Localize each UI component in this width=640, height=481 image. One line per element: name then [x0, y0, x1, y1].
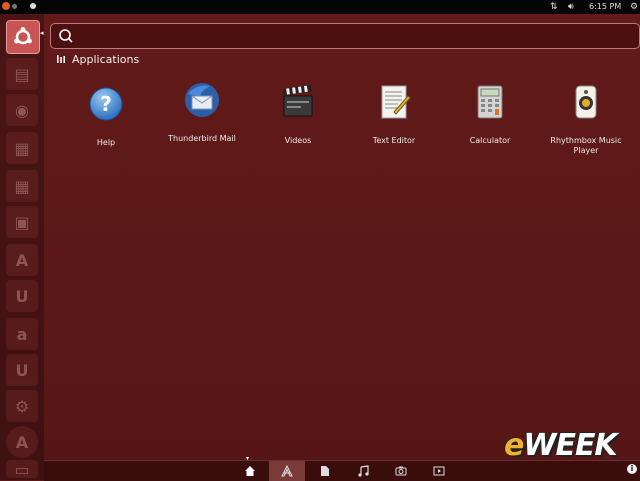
help-icon: ?	[89, 87, 123, 121]
applications-icon	[281, 465, 293, 477]
app-calculator[interactable]: Calculator	[442, 82, 538, 146]
text-editor-icon	[381, 85, 411, 119]
app-text-editor[interactable]: Text Editor	[346, 82, 442, 146]
calculator-icon	[477, 85, 503, 119]
lens-home[interactable]	[232, 461, 268, 481]
speaker-icon	[575, 85, 597, 119]
files-icon	[321, 466, 329, 476]
camera-icon	[395, 466, 407, 476]
app-rhythmbox[interactable]: Rhythmbox Music Player	[538, 82, 634, 156]
eweek-watermark-logo: eWEEK	[504, 428, 618, 463]
launcher-ubuntu-one[interactable]: U	[6, 280, 38, 312]
dash: Applications ? Help Thunderbird Mail Vid…	[44, 14, 640, 460]
search-box[interactable]	[50, 23, 640, 49]
clapperboard-icon	[283, 85, 313, 117]
gear-icon[interactable]: ⚙	[630, 0, 638, 14]
calc-icon: ▦	[14, 176, 30, 196]
launcher-ubuntu-one-music[interactable]: U	[6, 354, 38, 386]
top-panel: ⇅ 🔊︎ 6:15 PM ⚙	[0, 0, 640, 14]
maximize-window-button[interactable]	[30, 3, 36, 9]
filter-icon[interactable]	[56, 54, 66, 64]
software-center-icon: A	[15, 250, 29, 270]
ubuntu-one-music-icon: U	[15, 360, 29, 380]
minimize-window-button[interactable]	[12, 4, 17, 9]
launcher-software-center[interactable]: A	[6, 244, 38, 276]
app-label: Calculator	[469, 136, 511, 145]
app-grid: ? Help Thunderbird Mail Videos Text Edit…	[44, 80, 640, 180]
settings-icon: ⚙	[14, 396, 30, 416]
dash-home-button[interactable]	[6, 20, 40, 54]
search-input[interactable]	[79, 27, 623, 45]
launcher-calc[interactable]: ▦	[6, 170, 38, 202]
launcher: ▤ ◉ ▦ ▦ ▣ A U a U ⚙ A ▭ ◂	[0, 14, 45, 480]
writer-icon: ▦	[14, 138, 30, 158]
lens-videos[interactable]	[421, 461, 457, 481]
launcher-pointer-icon: ◂	[40, 29, 44, 37]
app-label: Text Editor	[372, 136, 416, 145]
launcher-files[interactable]: ▤	[6, 58, 38, 90]
app-thunderbird[interactable]: Thunderbird Mail	[154, 80, 250, 144]
lens-music[interactable]	[345, 461, 381, 481]
app-label: Rhythmbox Music Player	[550, 136, 622, 155]
music-icon	[358, 465, 369, 477]
ubuntu-one-icon: U	[15, 286, 29, 306]
launcher-settings[interactable]: ⚙	[6, 390, 38, 422]
thunderbird-icon	[185, 83, 219, 117]
launcher-amazon[interactable]: a	[6, 318, 38, 350]
network-icon[interactable]: ⇅	[550, 0, 558, 14]
lens-photos[interactable]	[383, 461, 419, 481]
firefox-icon: ◉	[15, 100, 29, 120]
launcher-firefox[interactable]: ◉	[6, 94, 38, 126]
launcher-writer[interactable]: ▦	[6, 132, 38, 164]
app-label: Thunderbird Mail	[168, 134, 236, 143]
close-window-button[interactable]	[2, 2, 10, 10]
launcher-impress[interactable]: ▣	[6, 206, 38, 238]
update-manager-icon: A	[15, 432, 29, 452]
home-icon	[245, 466, 255, 476]
trash-icon: ▭	[14, 459, 30, 479]
app-videos[interactable]: Videos	[250, 82, 346, 146]
section-title[interactable]: Applications	[72, 53, 139, 66]
video-icon	[433, 466, 445, 476]
ubuntu-logo-icon	[14, 27, 32, 45]
app-help[interactable]: ? Help	[58, 84, 154, 148]
app-label: Videos	[284, 136, 312, 145]
volume-icon[interactable]: 🔊︎	[568, 0, 574, 14]
amazon-icon: a	[16, 324, 28, 344]
lens-bar: ▾	[44, 455, 640, 481]
launcher-update-manager[interactable]: A	[6, 426, 38, 458]
clock[interactable]: 6:15 PM	[589, 0, 621, 14]
impress-icon: ▣	[14, 212, 30, 232]
svg-text:?: ?	[100, 92, 112, 116]
lens-files[interactable]	[307, 461, 343, 481]
info-icon[interactable]: i	[627, 464, 637, 474]
section-header: Applications	[56, 52, 139, 66]
search-icon	[59, 29, 73, 43]
launcher-trash[interactable]: ▭	[6, 459, 38, 479]
lens-applications[interactable]	[269, 461, 305, 481]
files-icon: ▤	[14, 64, 30, 84]
app-label: Help	[96, 138, 116, 147]
